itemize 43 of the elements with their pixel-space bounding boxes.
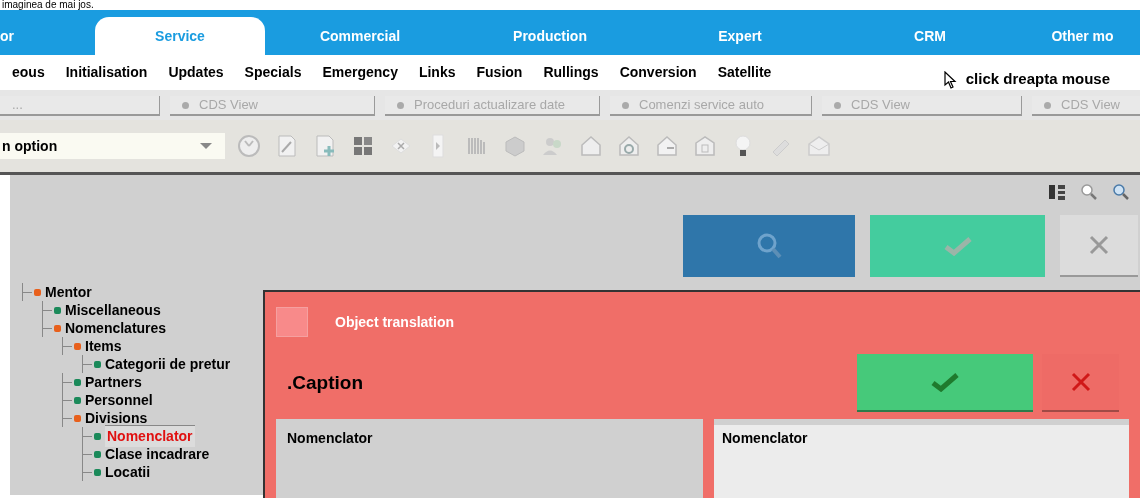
confirm-button[interactable] <box>857 354 1033 412</box>
confirm-button[interactable] <box>870 215 1045 277</box>
menu-item[interactable]: eous <box>12 62 45 83</box>
field-name: .Caption <box>287 370 363 395</box>
dialog-icon <box>276 307 308 337</box>
dialog-title: Object translation <box>335 312 455 332</box>
menu-item[interactable]: Updates <box>168 62 224 83</box>
option-dropdown[interactable]: n option <box>0 133 225 159</box>
clock-icon[interactable] <box>237 134 261 158</box>
house-arrow-icon[interactable] <box>655 134 679 158</box>
caption-text: imaginea de mai jos. <box>2 0 94 10</box>
edit-icon[interactable] <box>275 134 299 158</box>
close-icon <box>1070 372 1091 392</box>
tree-view-icon[interactable] <box>1048 183 1066 201</box>
source-text-panel: Nomenclator <box>276 419 703 498</box>
menu-item[interactable]: Satellite <box>717 62 772 83</box>
menu-item[interactable]: Fusion <box>476 62 523 83</box>
hint-text: click dreapta mouse <box>965 69 1110 90</box>
menu-item[interactable]: Conversion <box>619 62 697 83</box>
house-icon[interactable] <box>579 134 603 158</box>
box-icon[interactable] <box>503 134 527 158</box>
caret-icon <box>199 142 213 150</box>
menu-item[interactable]: Emergency <box>322 62 398 83</box>
translation-field[interactable]: Nomenclator <box>714 419 1129 498</box>
add-document-icon[interactable] <box>313 134 337 158</box>
menu-item[interactable]: Initialisation <box>65 62 148 83</box>
zoom-icon[interactable] <box>1112 183 1130 201</box>
search-icon <box>755 231 783 261</box>
menu-item[interactable]: Rullings <box>543 62 599 83</box>
search-icon[interactable] <box>1080 183 1098 201</box>
grid-icon[interactable] <box>351 134 375 158</box>
house-refresh-icon[interactable] <box>617 134 641 158</box>
check-icon <box>943 236 972 256</box>
bank-icon[interactable] <box>693 134 717 158</box>
cursor-icon <box>943 70 958 89</box>
search-button[interactable] <box>683 215 855 277</box>
tree-item[interactable]: Nomenclator <box>105 425 195 447</box>
check-icon <box>931 372 959 392</box>
close-button[interactable] <box>1060 215 1138 277</box>
menu-item[interactable]: Specials <box>244 62 302 83</box>
close-icon <box>1089 235 1109 255</box>
envelope-icon[interactable] <box>807 134 831 158</box>
menu-item[interactable]: Links <box>418 62 456 83</box>
